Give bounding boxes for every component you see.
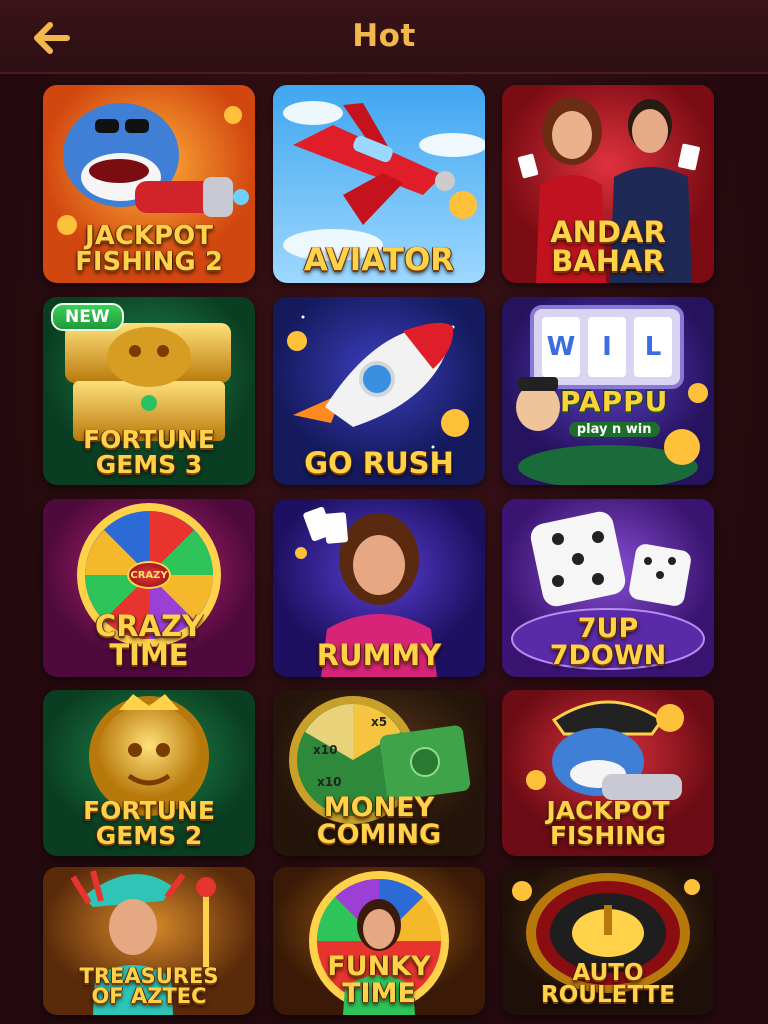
game-tile-treasures-of-aztec[interactable]: TREASURES OF AZTEC [43,867,255,1015]
game-tile-fortune-gems-3[interactable]: NEW FORTUNE GEMS 3 [43,297,255,485]
game-title: RUMMY [316,637,442,672]
game-title: JACKPOT FISHING [546,796,670,850]
game-tile-jackpot-fishing-2[interactable]: JACKPOT FISHING 2 [43,85,255,283]
new-badge: NEW [51,303,124,331]
game-title: AVIATOR [303,241,455,278]
game-tile-jackpot-fishing[interactable]: JACKPOT FISHING [502,690,714,856]
wheel-multiplier: x5 [371,715,387,729]
game-tile-money-coming[interactable]: x5 x10 x10 MONEY COMING [273,690,485,856]
top-bar: Hot [0,0,768,74]
game-title: 7UP 7DOWN [549,613,667,671]
page-title: Hot [352,18,416,54]
game-tile-rummy[interactable]: RUMMY [273,499,485,677]
game-tile-auto-roulette[interactable]: AUTO ROULETTE [502,867,714,1015]
game-title: GO RUSH [304,445,454,480]
games-grid: JACKPOT FISHING 2 AVIATOR ANDAR BAHAR NE… [0,74,768,1024]
reel-letter: W [547,332,576,362]
game-title: CRAZY TIME [94,609,204,672]
game-tile-crazy-time[interactable]: CRAZY CRAZY TIME [43,499,255,677]
game-title: AUTO ROULETTE [541,959,675,1009]
game-title: JACKPOT FISHING 2 [75,221,223,277]
game-tile-go-rush[interactable]: GO RUSH [273,297,485,485]
game-tile-pappu[interactable]: W I L PAPPU play n win [502,297,714,485]
game-tile-andar-bahar[interactable]: ANDAR BAHAR [502,85,714,283]
wheel-multiplier: x10 [313,743,337,757]
pappu-logo: PAPPU play n win [560,385,669,437]
wheel-multiplier: x10 [317,775,341,789]
game-title: ANDAR BAHAR [550,215,666,278]
game-title: FORTUNE GEMS 3 [83,425,215,479]
game-tile-aviator[interactable]: AVIATOR [273,85,485,283]
game-tile-7up-7down[interactable]: 7UP 7DOWN [502,499,714,677]
game-title: MONEY COMING [316,792,442,850]
crazy-hub-badge: CRAZY [127,561,171,589]
reel-letter: L [645,332,662,362]
game-tile-fortune-gems-2[interactable]: FORTUNE GEMS 2 [43,690,255,856]
game-title: FORTUNE GEMS 2 [83,796,215,850]
game-tile-funky-time[interactable]: FUNKY TIME [273,867,485,1015]
game-title: FUNKY TIME [327,951,431,1009]
game-title: TREASURES OF AZTEC [79,963,219,1009]
reel-letter: I [602,332,612,362]
